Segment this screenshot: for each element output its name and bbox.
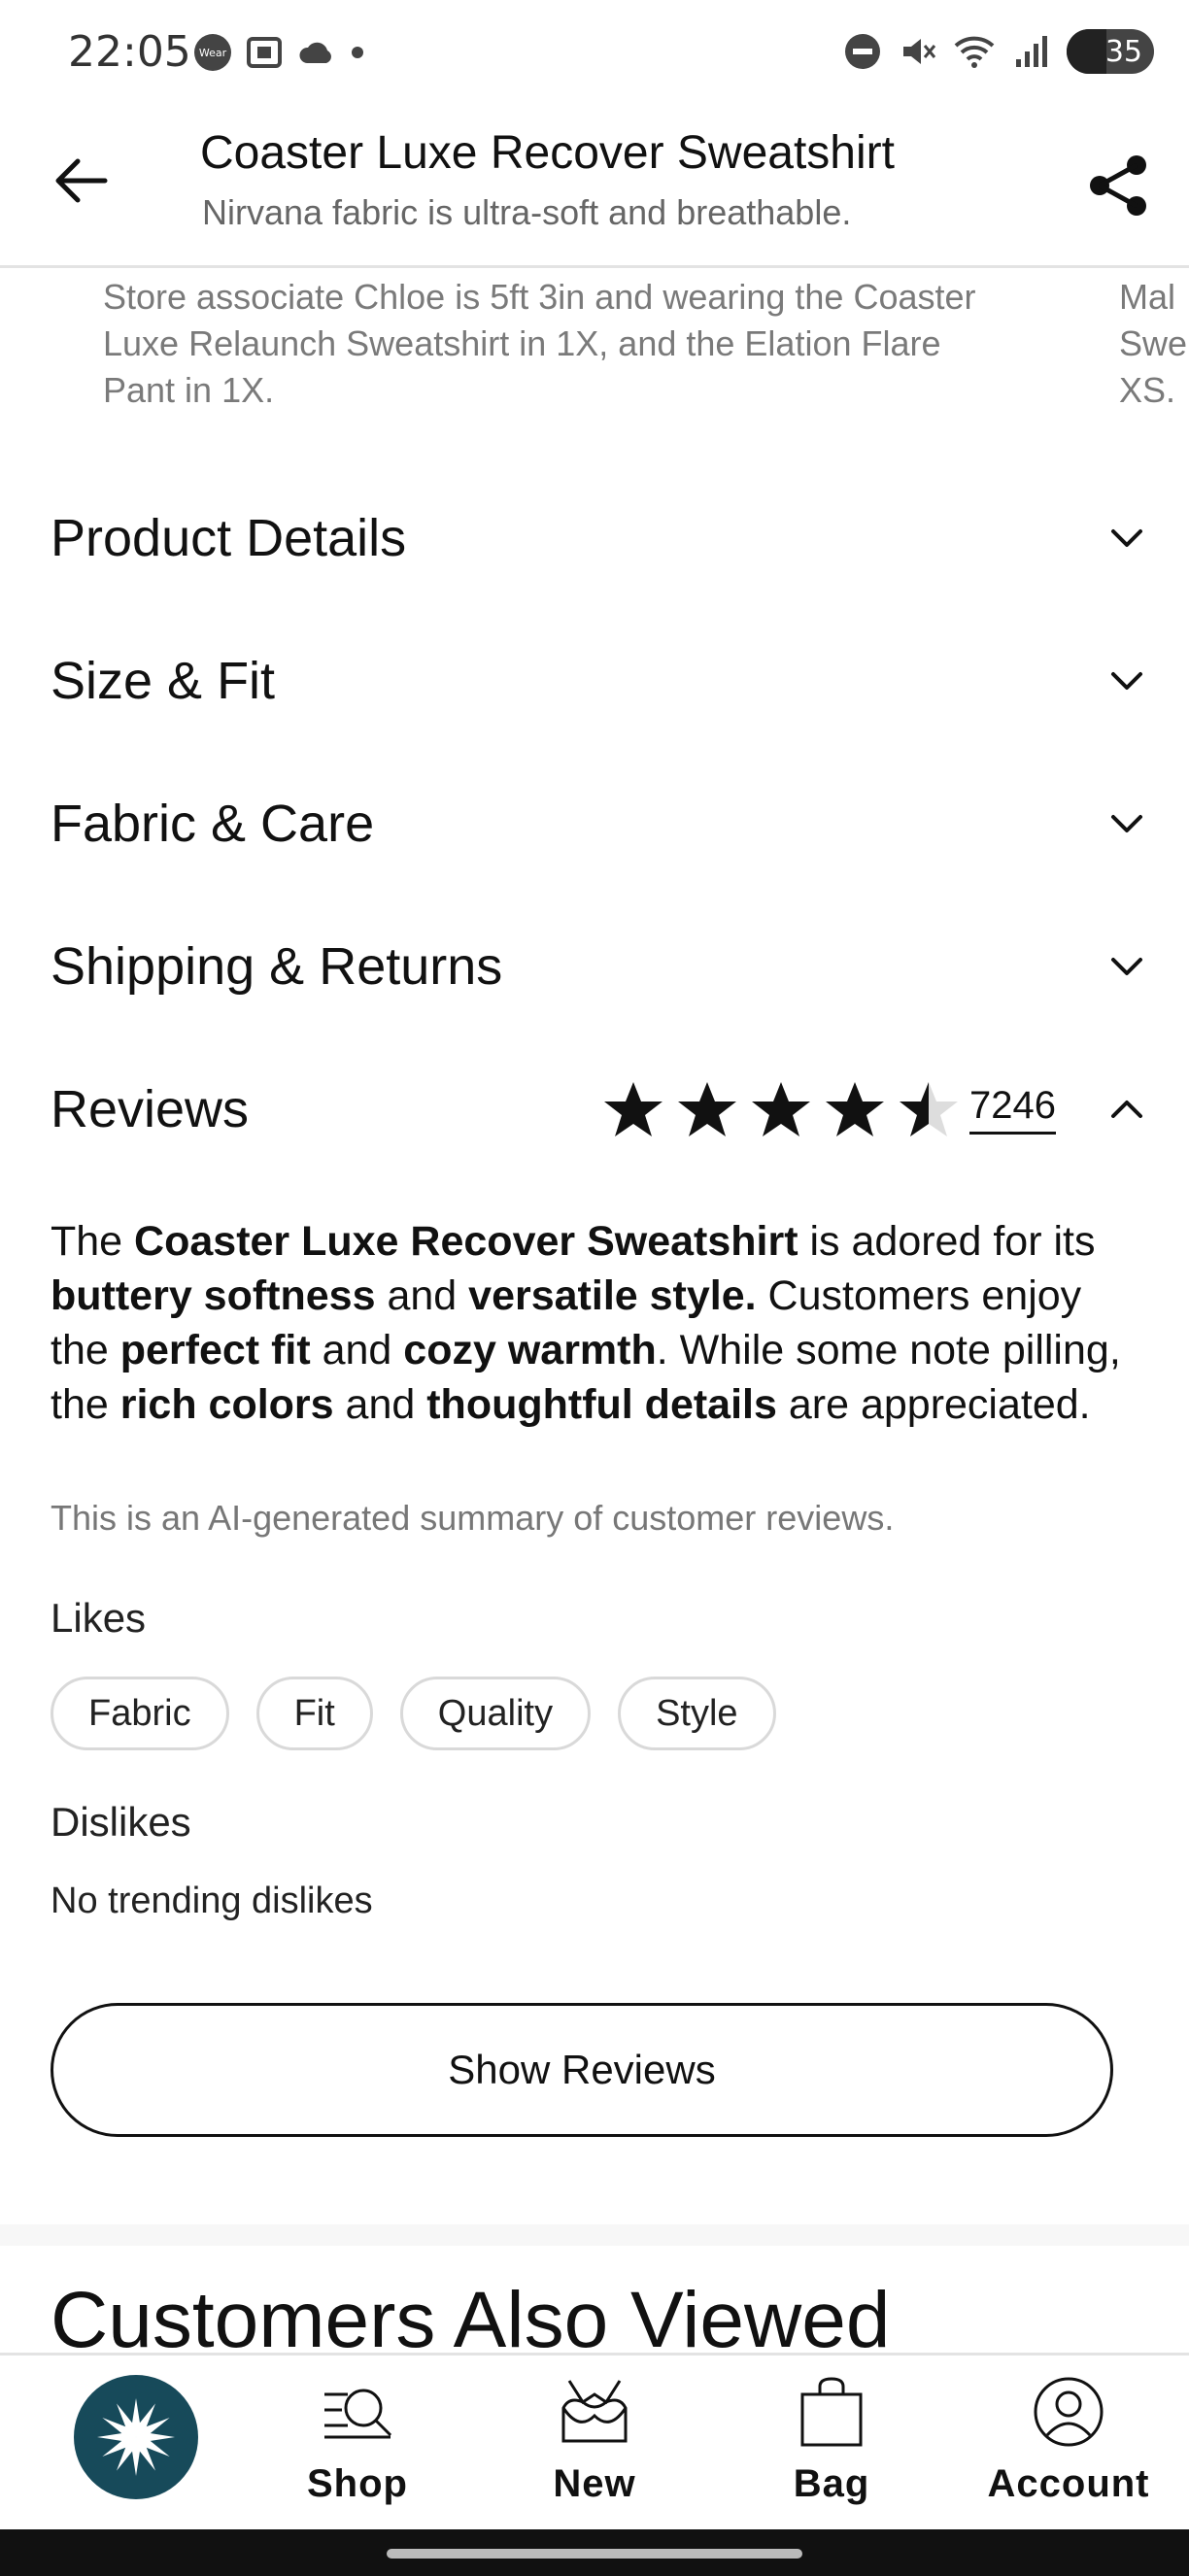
- star-rating: [602, 1041, 960, 1177]
- accordion-fabric-care[interactable]: Fabric & Care: [0, 756, 1189, 892]
- accordion-product-details[interactable]: Product Details: [0, 470, 1189, 606]
- like-chip-style[interactable]: Style: [618, 1677, 776, 1750]
- do-not-disturb-icon: [845, 34, 880, 69]
- summary-text: is adored for its: [798, 1218, 1096, 1265]
- show-reviews-button[interactable]: Show Reviews: [51, 2003, 1113, 2137]
- gesture-bar: [0, 2529, 1189, 2576]
- star-full-icon: [678, 1082, 736, 1136]
- dot-icon: [352, 47, 363, 58]
- chevron-down-icon: [1111, 529, 1142, 547]
- page-title: Coaster Luxe Recover Sweatshirt: [200, 127, 895, 179]
- brand-logo-icon: [97, 2398, 175, 2476]
- accordion-label: Product Details: [51, 509, 407, 567]
- back-button[interactable]: [47, 146, 117, 216]
- nav-shop[interactable]: Shop: [260, 2373, 455, 2519]
- share-button[interactable]: [1076, 144, 1160, 227]
- star-full-icon: [604, 1082, 662, 1136]
- page-subtitle: Nirvana fabric is ultra-soft and breatha…: [202, 192, 852, 232]
- shop-search-icon: [324, 2389, 392, 2439]
- section-divider: [0, 2224, 1189, 2246]
- review-count-link[interactable]: 7246: [969, 1041, 1056, 1177]
- summary-highlight: versatile style.: [468, 1272, 757, 1319]
- back-arrow-icon: [55, 158, 108, 203]
- chevron-up-icon: [1111, 1101, 1142, 1118]
- nav-home-button[interactable]: [74, 2375, 198, 2499]
- summary-highlight: cozy warmth: [403, 1327, 657, 1373]
- home-gesture-handle[interactable]: [387, 2549, 802, 2559]
- accordion-size-fit[interactable]: Size & Fit: [0, 613, 1189, 749]
- nav-new[interactable]: New: [497, 2373, 692, 2519]
- model-caption: Store associate Chloe is 5ft 3in and wea…: [103, 277, 976, 410]
- model-caption-next: Mal Swe XS.: [1119, 277, 1188, 410]
- wear-icon: Wear: [194, 34, 231, 71]
- ai-summary-note: This is an AI-generated summary of custo…: [51, 1498, 895, 1538]
- likes-chips: Fabric Fit Quality Style: [51, 1677, 776, 1750]
- review-count: 7246: [969, 1084, 1056, 1135]
- status-bar: 22:05 Wear 35: [0, 0, 1189, 107]
- accordion-label: Reviews: [51, 1080, 250, 1138]
- summary-text: and: [310, 1327, 404, 1373]
- summary-text: are appreciated.: [776, 1381, 1091, 1428]
- cloud-icon: [299, 42, 331, 63]
- share-icon: [1090, 155, 1146, 216]
- star-full-icon: [826, 1082, 884, 1136]
- battery-icon: 35: [1067, 29, 1154, 74]
- new-bra-icon: [561, 2380, 628, 2443]
- accordion-reviews[interactable]: Reviews 7246: [0, 1041, 1189, 1177]
- likes-heading: Likes: [51, 1595, 147, 1641]
- nav-label: Shop: [307, 2462, 408, 2505]
- chevron-down-icon: [1111, 815, 1142, 832]
- nav-label: New: [553, 2462, 636, 2505]
- summary-highlight: rich colors: [119, 1381, 334, 1428]
- battery-level: 35: [1104, 34, 1142, 69]
- summary-highlight: buttery softness: [51, 1272, 376, 1319]
- signal-icon: [1016, 36, 1047, 67]
- bag-icon: [800, 2377, 863, 2447]
- nav-label: Bag: [793, 2462, 870, 2505]
- product-header: Coaster Luxe Recover Sweatshirt Nirvana …: [0, 107, 1189, 268]
- summary-highlight: Coaster Luxe Recover Sweatshirt: [134, 1218, 798, 1265]
- dislikes-value: No trending dislikes: [51, 1881, 373, 1921]
- summary-text: and: [375, 1272, 469, 1319]
- chevron-down-icon: [1111, 958, 1142, 975]
- mute-icon: [903, 39, 936, 64]
- summary-text: The: [51, 1218, 135, 1265]
- nav-bag[interactable]: Bag: [734, 2373, 929, 2519]
- account-icon: [1034, 2377, 1104, 2447]
- status-time: 22:05: [68, 27, 191, 77]
- accordion-label: Fabric & Care: [51, 795, 375, 853]
- summary-text: and: [333, 1381, 427, 1428]
- bottom-navigation: Shop New Bag Account: [0, 2353, 1189, 2529]
- like-chip-fabric[interactable]: Fabric: [51, 1677, 229, 1750]
- status-right-icons: 35: [843, 29, 1154, 74]
- wifi-icon: [954, 36, 995, 68]
- accordion-label: Size & Fit: [51, 652, 276, 710]
- summary-highlight: perfect fit: [119, 1327, 311, 1373]
- like-chip-quality[interactable]: Quality: [399, 1677, 592, 1750]
- star-full-icon: [752, 1082, 810, 1136]
- chevron-down-icon: [1111, 672, 1142, 690]
- screenshot-icon: [247, 37, 282, 68]
- nav-account[interactable]: Account: [971, 2373, 1166, 2519]
- review-summary: The Coaster Luxe Recover Sweatshirt is a…: [51, 1214, 1148, 1432]
- accordion-shipping-returns[interactable]: Shipping & Returns: [0, 898, 1189, 1034]
- like-chip-fit[interactable]: Fit: [255, 1677, 373, 1750]
- dislikes-heading: Dislikes: [51, 1799, 191, 1845]
- star-half-icon: [900, 1082, 958, 1136]
- nav-label: Account: [987, 2462, 1150, 2505]
- status-left-icons: Wear: [194, 33, 365, 72]
- accordion-label: Shipping & Returns: [51, 937, 503, 996]
- summary-highlight: thoughtful details: [426, 1381, 777, 1428]
